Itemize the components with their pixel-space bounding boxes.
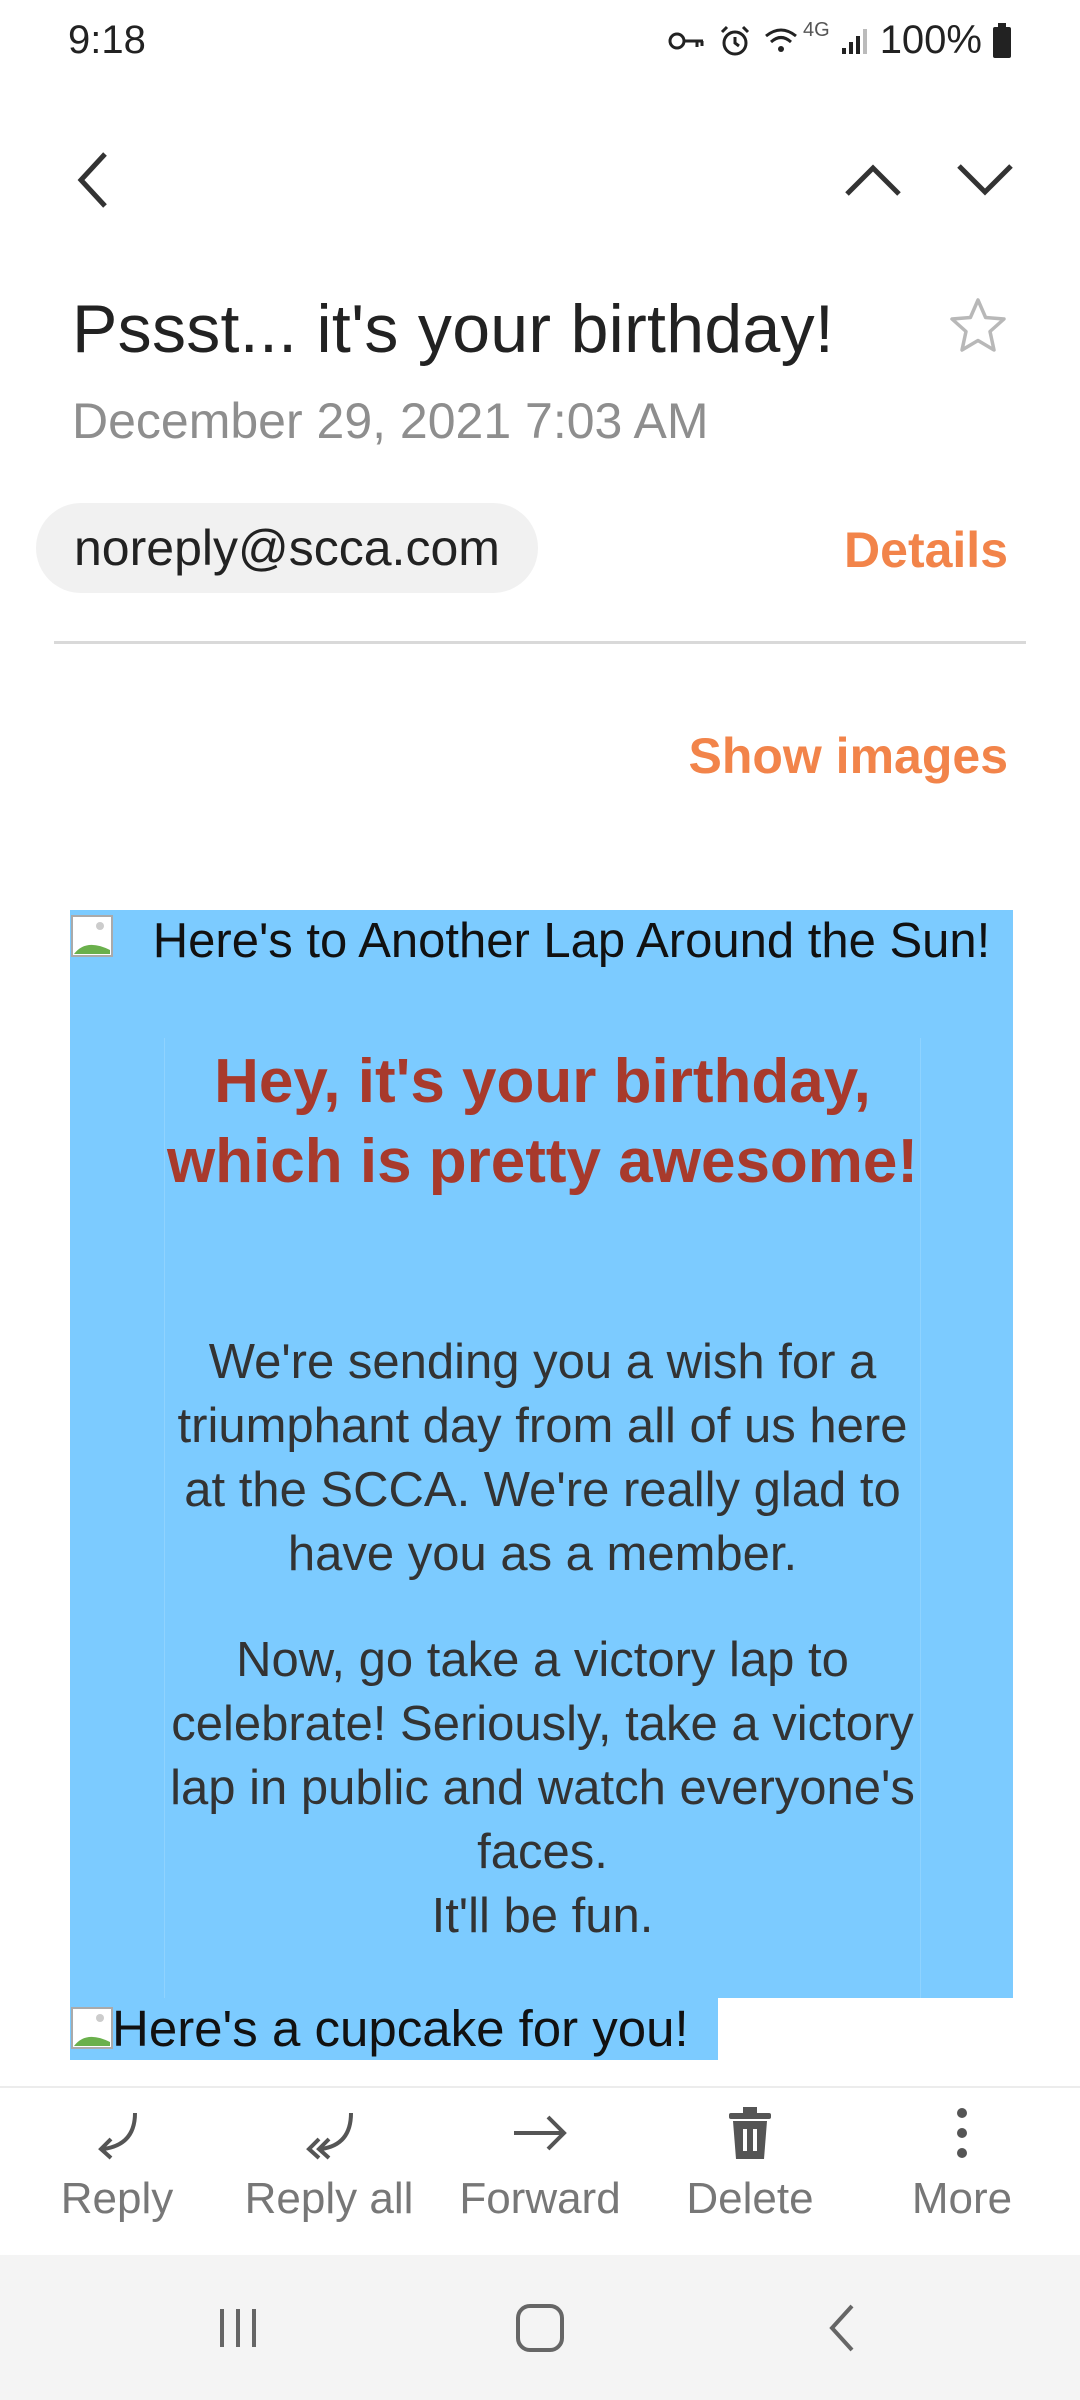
star-icon xyxy=(950,298,1006,352)
status-time: 9:18 xyxy=(68,18,146,62)
back-icon xyxy=(829,2304,854,2351)
cupcake-alt-text: Here's a cupcake for you! xyxy=(112,2000,689,2057)
battery-level: 100% xyxy=(879,18,982,62)
next-email-button[interactable] xyxy=(940,135,1030,225)
delete-label: Delete xyxy=(686,2174,814,2223)
broken-image-icon xyxy=(70,914,114,958)
trash-icon xyxy=(715,2098,785,2168)
reply-label: Reply xyxy=(60,2174,174,2223)
email-paragraph-3: It'll be fun. xyxy=(431,1889,654,1943)
star-button[interactable] xyxy=(948,296,1020,368)
email-paragraph-1: We're sending you a wish for a triumphan… xyxy=(177,1335,908,1581)
details-link[interactable]: Details xyxy=(844,521,1008,579)
broken-image-icon xyxy=(70,2006,114,2050)
home-button[interactable] xyxy=(480,2255,600,2400)
recent-apps-button[interactable] xyxy=(178,2255,298,2400)
email-heading: Hey, it's your birthday, which is pretty… xyxy=(166,1047,919,1196)
system-back-button[interactable] xyxy=(782,2255,902,2400)
wifi-icon xyxy=(763,24,799,58)
chevron-up-icon xyxy=(845,164,901,196)
chevron-down-icon xyxy=(957,164,1013,196)
more-vertical-icon xyxy=(927,2098,997,2168)
previous-email-button[interactable] xyxy=(828,135,918,225)
email-content: Hey, it's your birthday, which is pretty… xyxy=(70,1038,1013,1998)
back-button[interactable] xyxy=(48,135,138,225)
system-navigation-bar xyxy=(0,2255,1080,2400)
more-label: More xyxy=(911,2174,1013,2223)
recent-apps-icon xyxy=(220,2308,256,2347)
chevron-left-icon xyxy=(77,152,107,208)
forward-button[interactable]: Forward xyxy=(440,2098,640,2248)
reply-all-icon xyxy=(294,2098,364,2168)
header-divider xyxy=(54,641,1026,644)
home-icon xyxy=(516,2303,564,2352)
delete-button[interactable]: Delete xyxy=(650,2098,850,2248)
battery-icon xyxy=(992,22,1012,59)
toolbar-divider xyxy=(0,2086,1080,2088)
email-date: December 29, 2021 7:03 AM xyxy=(72,393,709,449)
reply-all-label: Reply all xyxy=(244,2174,414,2223)
status-icons: 4G 100% xyxy=(667,18,1012,63)
reply-button[interactable]: Reply xyxy=(17,2098,217,2248)
email-paragraph-2: Now, go take a victory lap to celebrate!… xyxy=(170,1633,915,1879)
network-type: 4G xyxy=(803,19,830,41)
alarm-icon xyxy=(717,23,753,59)
signal-icon xyxy=(840,26,870,56)
sender-chip[interactable]: noreply@scca.com xyxy=(36,503,538,593)
forward-label: Forward xyxy=(459,2174,621,2223)
show-images-link[interactable]: Show images xyxy=(688,727,1008,785)
reply-icon xyxy=(82,2098,152,2168)
reply-all-button[interactable]: Reply all xyxy=(229,2098,429,2248)
sender-address: noreply@scca.com xyxy=(74,520,500,576)
email-banner: Here's to Another Lap Around the Sun! xyxy=(70,910,1013,1038)
forward-arrow-icon xyxy=(505,2098,575,2168)
cupcake-image: Here's a cupcake for you! xyxy=(70,1998,718,2060)
more-button[interactable]: More xyxy=(862,2098,1062,2248)
email-subject: Pssst... it's your birthday! xyxy=(72,291,835,367)
banner-alt-text: Here's to Another Lap Around the Sun! xyxy=(152,914,991,968)
vpn-key-icon xyxy=(667,26,707,56)
content-column: Hey, it's your birthday, which is pretty… xyxy=(164,1038,921,1998)
